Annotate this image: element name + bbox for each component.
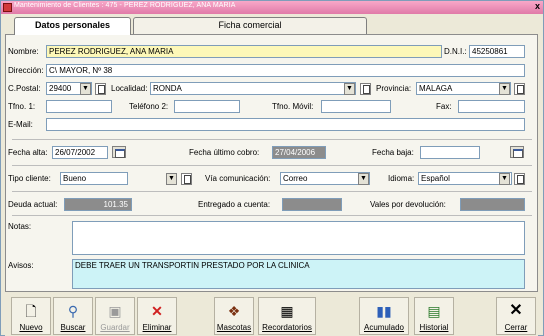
localidad-doc-icon[interactable] [360,83,371,95]
fax-label: Fax: [436,102,452,111]
cerrar-button[interactable]: ✕ Cerrar [496,297,536,335]
tipo-cliente-select[interactable]: Bueno [60,172,128,185]
dni-field[interactable]: 45250861 [469,45,525,58]
localidad-field[interactable]: RONDA [150,82,356,95]
app-icon [3,3,12,12]
action-toolbar: 🗋 Nuevo ⚲ Buscar ▣ Guardar ✕ Eliminar ❖ … [5,293,538,336]
vales-devolucion-label: Vales por devolución: [370,200,446,209]
tipo-cliente-label: Tipo cliente: [8,174,51,183]
cpostal-label: C.Postal: [8,84,41,93]
dni-label: D.N.I.: [444,47,467,56]
new-document-icon: 🗋 [25,303,37,319]
deuda-actual-field: 101.35 [64,198,132,211]
historial-button[interactable]: ▤ Historial [414,297,454,335]
paw-icon: ❖ [227,303,241,319]
close-x-icon: ✕ [509,302,523,319]
via-comunicacion-dropdown-icon[interactable]: ▼ [358,173,369,185]
via-comunicacion-select[interactable]: Correo [280,172,370,185]
tipo-cliente-doc-icon[interactable] [181,173,192,185]
fecha-alta-calendar-icon[interactable] [112,146,126,158]
divider [12,139,532,140]
entregado-cuenta-label: Entregado a cuenta: [198,200,271,209]
tipo-cliente-dropdown-icon[interactable]: ▼ [166,173,177,185]
bar-chart-icon: ▮▮ [376,303,392,319]
recordatorios-button[interactable]: ▦ Recordatorios [258,297,316,335]
telefono2-field[interactable] [174,100,240,113]
provincia-dropdown-icon[interactable]: ▼ [499,83,510,95]
close-window-button[interactable]: x [535,1,540,11]
provincia-label: Provincia: [376,84,412,93]
fecha-baja-label: Fecha baja: [372,148,414,157]
nombre-label: Nombre: [8,47,39,56]
email-field[interactable] [46,118,525,131]
movil-label: Tfno. Móvil: [272,102,314,111]
title-bar: Mantenimiento de Clientes : 475 - PEREZ … [1,1,543,14]
calendar-icon: ▦ [280,303,294,319]
acumulado-button[interactable]: ▮▮ Acumulado [359,297,409,335]
cpostal-dropdown-icon[interactable]: ▼ [80,83,91,95]
buscar-button[interactable]: ⚲ Buscar [53,297,93,335]
localidad-label: Localidad: [111,84,148,93]
deuda-actual-label: Deuda actual: [8,200,58,209]
fax-field[interactable] [458,100,525,113]
idioma-dropdown-icon[interactable]: ▼ [499,173,510,185]
notas-label: Notas: [8,222,32,231]
magnifier-icon: ⚲ [67,303,79,319]
floppy-disk-icon: ▣ [108,303,122,319]
fecha-ultimo-cobro-field: 27/04/2006 [272,146,326,159]
tab-ficha-comercial[interactable]: Ficha comercial [133,17,367,34]
guardar-button[interactable]: ▣ Guardar [95,297,135,335]
fecha-ultimo-cobro-label: Fecha último cobro: [189,148,260,157]
fecha-baja-calendar-icon[interactable] [510,146,524,158]
nombre-field[interactable]: PEREZ RODRIGUEZ, ANA MARIA [46,45,442,58]
eliminar-button[interactable]: ✕ Eliminar [137,297,177,335]
idioma-label: Idioma: [388,174,415,183]
provincia-field[interactable]: MALAGA [416,82,511,95]
fecha-alta-label: Fecha alta: [8,148,48,157]
tfno1-field[interactable] [46,100,112,113]
movil-field[interactable] [321,100,391,113]
idioma-doc-icon[interactable] [514,173,525,185]
idioma-select[interactable]: Español [418,172,512,185]
telefono2-label: Teléfono 2: [129,102,169,111]
divider [12,215,532,216]
direccion-field[interactable]: C\ MAYOR, Nº 38 [46,64,525,77]
history-book-icon: ▤ [427,303,441,319]
vales-devolucion-field [460,198,525,211]
email-label: E-Mail: [8,120,33,129]
cpostal-doc-icon[interactable] [95,83,106,95]
localidad-dropdown-icon[interactable]: ▼ [344,83,355,95]
entregado-cuenta-field [282,198,342,211]
form-panel: Nombre: PEREZ RODRIGUEZ, ANA MARIA D.N.I… [5,34,538,292]
tab-datos-personales[interactable]: Datos personales [14,17,131,35]
avisos-label: Avisos: [8,261,34,270]
nuevo-button[interactable]: 🗋 Nuevo [11,297,51,335]
notas-textarea[interactable] [72,221,525,255]
client-maintenance-window: Mantenimiento de Clientes : 475 - PEREZ … [0,0,544,336]
via-comunicacion-label: Vía comunicación: [205,174,271,183]
divider [12,165,532,166]
provincia-doc-icon[interactable] [514,83,525,95]
red-x-icon: ✕ [151,303,163,319]
tfno1-label: Tfno. 1: [8,102,36,111]
direccion-label: Dirección: [8,66,44,75]
window-title: Mantenimiento de Clientes : 475 - PEREZ … [14,2,236,9]
mascotas-button[interactable]: ❖ Mascotas [214,297,254,335]
divider [12,191,532,192]
avisos-textarea[interactable]: DEBE TRAER UN TRANSPORTIN PRESTADO POR L… [72,259,525,289]
fecha-alta-field[interactable]: 26/07/2002 [52,146,108,159]
fecha-baja-field[interactable] [420,146,480,159]
